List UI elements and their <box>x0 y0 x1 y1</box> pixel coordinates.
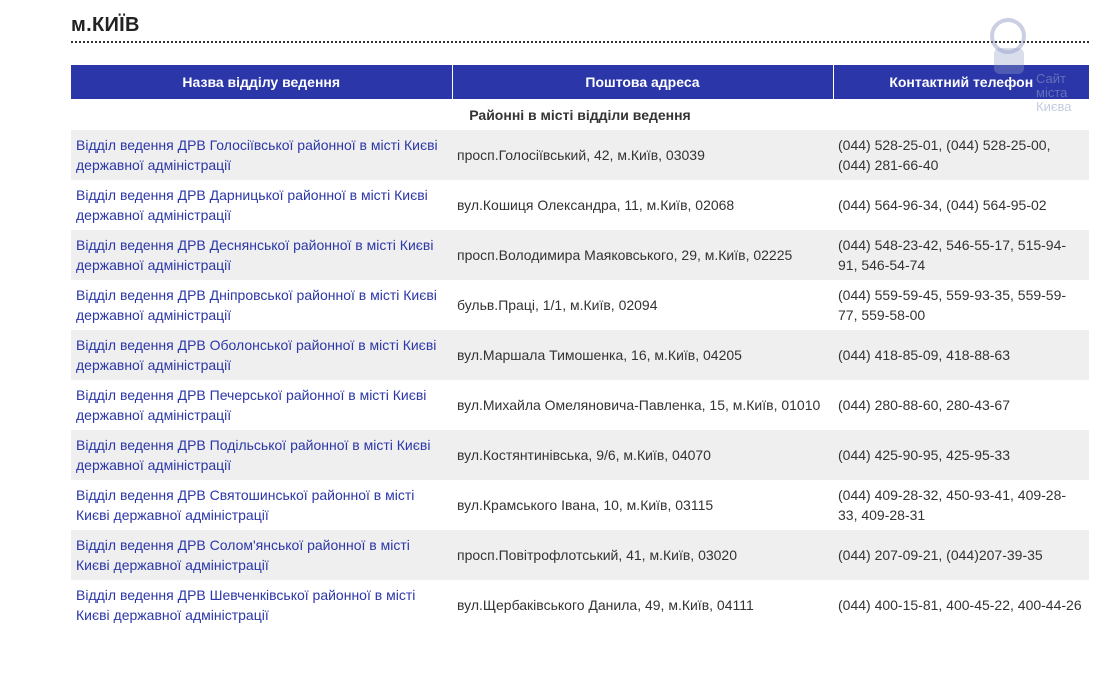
phone-cell: (044) 400-15-81, 400-45-22, 400-44-26 <box>833 580 1089 630</box>
phone-cell: (044) 559-59-45, 559-93-35, 559-59-77, 5… <box>833 280 1089 330</box>
header-phone: Контактний телефон <box>833 65 1089 99</box>
department-link[interactable]: Відділ ведення ДРВ Голосіївської районно… <box>76 137 438 173</box>
address-cell: бульв.Праці, 1/1, м.Київ, 02094 <box>452 280 833 330</box>
phone-cell: (044) 418-85-09, 418-88-63 <box>833 330 1089 380</box>
table-row: Відділ ведення ДРВ Деснянської районної … <box>71 230 1089 280</box>
table-header-row: Назва відділу ведення Поштова адреса Кон… <box>71 65 1089 99</box>
table-row: Відділ ведення ДРВ Шевченківської районн… <box>71 580 1089 630</box>
header-name: Назва відділу ведення <box>71 65 453 99</box>
department-link[interactable]: Відділ ведення ДРВ Оболонської районної … <box>76 337 436 373</box>
phone-cell: (044) 564-96-34, (044) 564-95-02 <box>833 180 1089 230</box>
table-row: Відділ ведення ДРВ Дніпровської районної… <box>71 280 1089 330</box>
department-name-cell: Відділ ведення ДРВ Шевченківської районн… <box>71 580 452 630</box>
department-link[interactable]: Відділ ведення ДРВ Шевченківської районн… <box>76 587 415 623</box>
department-link[interactable]: Відділ ведення ДРВ Солом'янської районно… <box>76 537 410 573</box>
phone-cell: (044) 280-88-60, 280-43-67 <box>833 380 1089 430</box>
department-name-cell: Відділ ведення ДРВ Деснянської районної … <box>71 230 452 280</box>
departments-table: Назва відділу ведення Поштова адреса Кон… <box>71 65 1089 630</box>
address-cell: просп.Голосіївський, 42, м.Київ, 03039 <box>452 130 833 180</box>
address-cell: вул.Маршала Тимошенка, 16, м.Київ, 04205 <box>452 330 833 380</box>
department-link[interactable]: Відділ ведення ДРВ Дніпровської районної… <box>76 287 437 323</box>
title-divider <box>71 41 1089 43</box>
table-row: Відділ ведення ДРВ Голосіївської районно… <box>71 130 1089 180</box>
table-row: Відділ ведення ДРВ Оболонської районної … <box>71 330 1089 380</box>
department-name-cell: Відділ ведення ДРВ Дніпровської районної… <box>71 280 452 330</box>
table-row: Відділ ведення ДРВ Дарницької районної в… <box>71 180 1089 230</box>
department-name-cell: Відділ ведення ДРВ Печерської районної в… <box>71 380 452 430</box>
table-row: Відділ ведення ДРВ Печерської районної в… <box>71 380 1089 430</box>
address-cell: вул.Михайла Омеляновича-Павленка, 15, м.… <box>452 380 833 430</box>
section-label: Районні в місті відділи ведення <box>71 99 1089 130</box>
address-cell: вул.Крамського Івана, 10, м.Київ, 03115 <box>452 480 833 530</box>
address-cell: вул.Кошиця Олександра, 11, м.Київ, 02068 <box>452 180 833 230</box>
department-name-cell: Відділ ведення ДРВ Солом'янської районно… <box>71 530 452 580</box>
department-name-cell: Відділ ведення ДРВ Святошинської районно… <box>71 480 452 530</box>
table-row: Відділ ведення ДРВ Святошинської районно… <box>71 480 1089 530</box>
phone-cell: (044) 528-25-01, (044) 528-25-00, (044) … <box>833 130 1089 180</box>
department-name-cell: Відділ ведення ДРВ Подільської районної … <box>71 430 452 480</box>
phone-cell: (044) 207-09-21, (044)207-39-35 <box>833 530 1089 580</box>
address-cell: вул.Костянтинівська, 9/6, м.Київ, 04070 <box>452 430 833 480</box>
department-link[interactable]: Відділ ведення ДРВ Святошинської районно… <box>76 487 414 523</box>
department-name-cell: Відділ ведення ДРВ Оболонської районної … <box>71 330 452 380</box>
department-name-cell: Відділ ведення ДРВ Дарницької районної в… <box>71 180 452 230</box>
department-link[interactable]: Відділ ведення ДРВ Деснянської районної … <box>76 237 433 273</box>
table-row: Відділ ведення ДРВ Солом'янської районно… <box>71 530 1089 580</box>
department-link[interactable]: Відділ ведення ДРВ Дарницької районної в… <box>76 187 428 223</box>
department-link[interactable]: Відділ ведення ДРВ Печерської районної в… <box>76 387 426 423</box>
page-title: м.КИЇВ <box>71 14 140 36</box>
department-link[interactable]: Відділ ведення ДРВ Подільської районної … <box>76 437 430 473</box>
phone-cell: (044) 548-23-42, 546-55-17, 515-94-91, 5… <box>833 230 1089 280</box>
address-cell: просп.Повітрофлотський, 41, м.Київ, 0302… <box>452 530 833 580</box>
section-row: Районні в місті відділи ведення <box>71 99 1089 130</box>
department-name-cell: Відділ ведення ДРВ Голосіївської районно… <box>71 130 452 180</box>
table-row: Відділ ведення ДРВ Подільської районної … <box>71 430 1089 480</box>
header-address: Поштова адреса <box>452 65 834 99</box>
phone-cell: (044) 425-90-95, 425-95-33 <box>833 430 1089 480</box>
address-cell: вул.Щербаківського Данила, 49, м.Київ, 0… <box>452 580 833 630</box>
address-cell: просп.Володимира Маяковського, 29, м.Киї… <box>452 230 833 280</box>
phone-cell: (044) 409-28-32, 450-93-41, 409-28-33, 4… <box>833 480 1089 530</box>
